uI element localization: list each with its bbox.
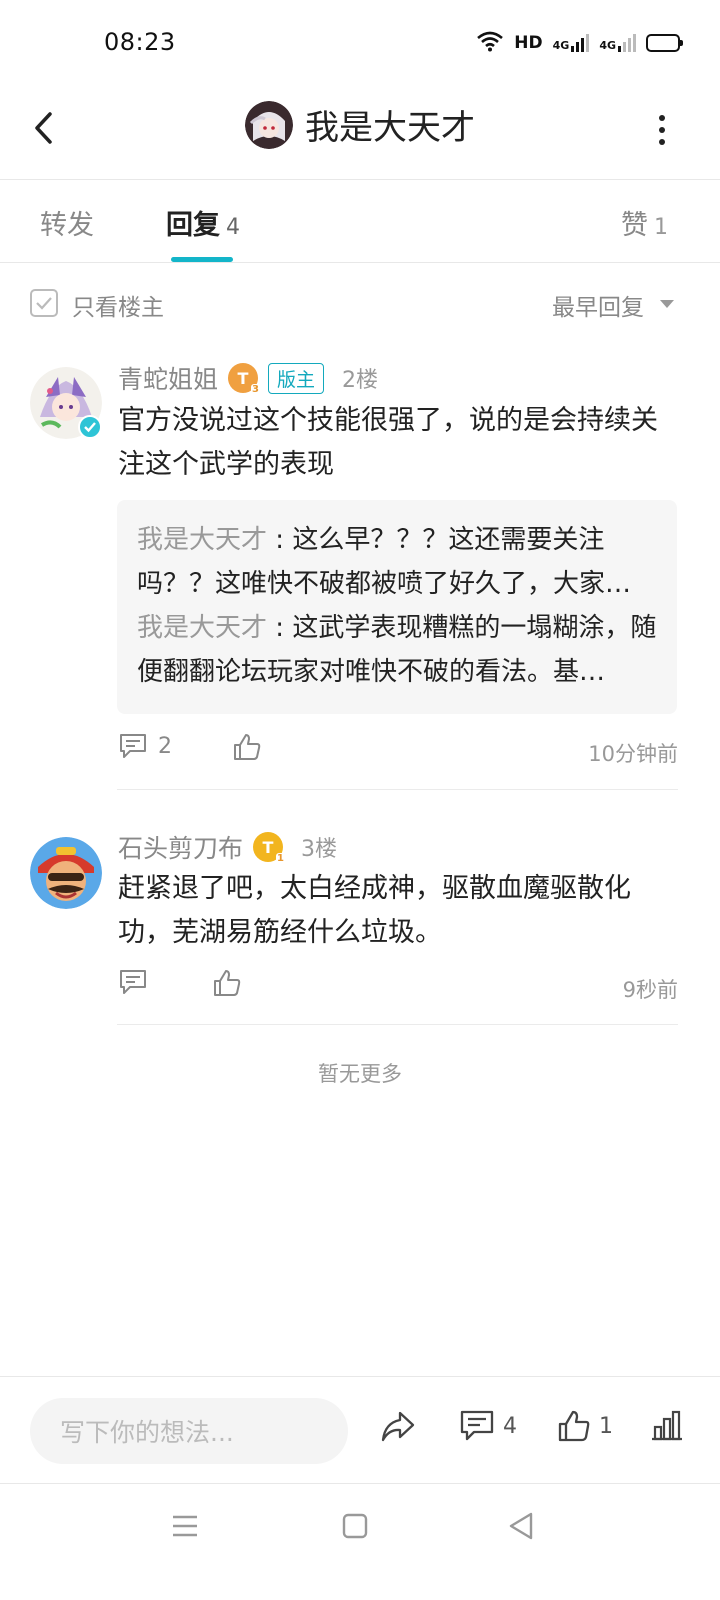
share-button[interactable] (380, 1409, 416, 1443)
filter-row: 只看楼主 最早回复 (0, 283, 720, 327)
status-icons: HD 4G 4G (476, 30, 683, 56)
comment-text: 官方没说过这个技能很强了，说的是会持续关注这个武学的表现 (118, 405, 658, 480)
moderator-tag: 版主 (268, 362, 325, 394)
reply-separator: : (267, 613, 293, 643)
level-badge-icon: T1 (253, 832, 286, 864)
reply-separator: : (267, 525, 293, 555)
divider (117, 789, 678, 790)
title-bar: 我是大天才 (0, 90, 720, 180)
comment-input[interactable]: 写下你的想法... (30, 1398, 348, 1464)
tab-like-label: 赞 (621, 210, 648, 241)
hd-indicator: HD (514, 33, 543, 53)
tab-reply[interactable]: 回复 4 (166, 203, 240, 242)
active-tab-indicator (171, 257, 233, 262)
tab-reply-count: 4 (226, 215, 240, 240)
checkmark-icon (36, 297, 52, 310)
verified-badge-icon (78, 415, 102, 439)
system-nav-bar (0, 1485, 720, 1600)
comment-header: 青蛇姐姐 T3 版主 2楼 (118, 360, 378, 396)
floor-number: 2楼 (342, 368, 379, 393)
status-bar: 08:23 HD 4G 4G (0, 0, 720, 90)
comment-icon (120, 970, 146, 994)
commenter-name[interactable]: 青蛇姐姐 (118, 360, 218, 396)
comment-actions: 2 10分钟前 (118, 732, 678, 772)
caret-down-icon[interactable] (660, 300, 674, 308)
tab-forward[interactable]: 转发 (40, 203, 94, 242)
level-badge-icon: T3 (228, 363, 261, 395)
bottom-action-bar: 写下你的想法... 4 1 (0, 1376, 720, 1484)
comment-time: 9秒前 (622, 978, 678, 1002)
no-more-label: 暂无更多 (318, 1062, 402, 1086)
battery-icon (646, 34, 683, 52)
reply-preview-box[interactable]: 我是大天才 : 这么早？？？这还需要关注吗？？这唯快不破都被喷了好久了，大家… … (117, 500, 677, 714)
like-button[interactable] (232, 732, 262, 762)
reply-author: 我是大天才 (137, 613, 268, 643)
reply-preview: 我是大天才 : 这么早？？？这还需要关注吗？？这唯快不破都被喷了好久了，大家… (137, 518, 657, 606)
reply-button[interactable] (118, 968, 148, 996)
more-options-button[interactable] (650, 110, 674, 150)
like-button[interactable]: 1 (557, 1409, 613, 1443)
menu-icon[interactable] (170, 1511, 200, 1541)
sim1-label: 4G (552, 39, 570, 52)
bar-chart-icon (652, 1410, 682, 1441)
like-button[interactable] (212, 968, 242, 998)
tab-like-count: 1 (654, 215, 668, 240)
signal-sim1-icon: 4G (553, 34, 590, 52)
tab-reply-label: 回复 (166, 210, 220, 241)
comment-text: 赶紧退了吧，太白经成神，驱散血魔驱散化功，芜湖易筋经什么垃圾。 (118, 873, 631, 948)
comments-button[interactable]: 4 (459, 1409, 517, 1443)
tab-forward-label: 转发 (40, 210, 94, 241)
like-count: 1 (599, 1413, 613, 1439)
reply-author: 我是大天才 (137, 525, 268, 555)
avatar[interactable] (30, 837, 102, 909)
page-title: 我是大天才 (305, 108, 475, 148)
signal-sim2-icon: 4G (599, 34, 636, 52)
commenter-name[interactable]: 石头剪刀布 (118, 829, 243, 865)
comment-actions: 9秒前 (118, 968, 678, 1008)
status-time: 08:23 (104, 28, 176, 56)
sort-dropdown[interactable]: 最早回复 (552, 288, 644, 322)
more-dot-icon (659, 115, 665, 121)
home-icon[interactable] (340, 1511, 370, 1541)
title-group: 我是大天才 (0, 100, 720, 149)
comment-count: 4 (503, 1413, 517, 1439)
thumbs-up-icon (558, 1410, 590, 1442)
more-dot-icon (659, 127, 665, 133)
comment-time: 10分钟前 (588, 742, 678, 766)
divider (117, 1024, 678, 1025)
reply-preview: 我是大天才 : 这武学表现糟糕的一塌糊涂，随便翻翻论坛玩家对唯快不破的看法。基… (137, 606, 657, 694)
thumbs-up-icon (234, 734, 261, 760)
tab-bar: 转发 回复 4 赞1 (0, 181, 720, 263)
more-dot-icon (659, 139, 665, 145)
author-avatar[interactable] (245, 100, 293, 149)
only-op-checkbox[interactable] (30, 289, 58, 317)
comment-icon (460, 1410, 494, 1441)
level-letter: T (262, 837, 274, 857)
thumbs-up-icon (214, 970, 241, 996)
reply-button[interactable]: 2 (118, 732, 172, 760)
only-op-label[interactable]: 只看楼主 (72, 288, 164, 322)
comment-header: 石头剪刀布 T1 3楼 (118, 829, 337, 865)
stats-button[interactable] (650, 1409, 684, 1441)
share-icon (381, 1411, 415, 1442)
reply-count: 2 (158, 733, 172, 759)
level-number: 1 (276, 853, 286, 864)
tab-like[interactable]: 赞1 (621, 203, 668, 242)
level-number: 3 (251, 384, 261, 395)
sim2-label: 4G (599, 39, 616, 52)
floor-number: 3楼 (301, 837, 338, 862)
comment-icon (120, 734, 146, 758)
back-triangle-icon[interactable] (506, 1511, 536, 1541)
wifi-icon (476, 30, 504, 56)
level-letter: T (237, 368, 249, 388)
